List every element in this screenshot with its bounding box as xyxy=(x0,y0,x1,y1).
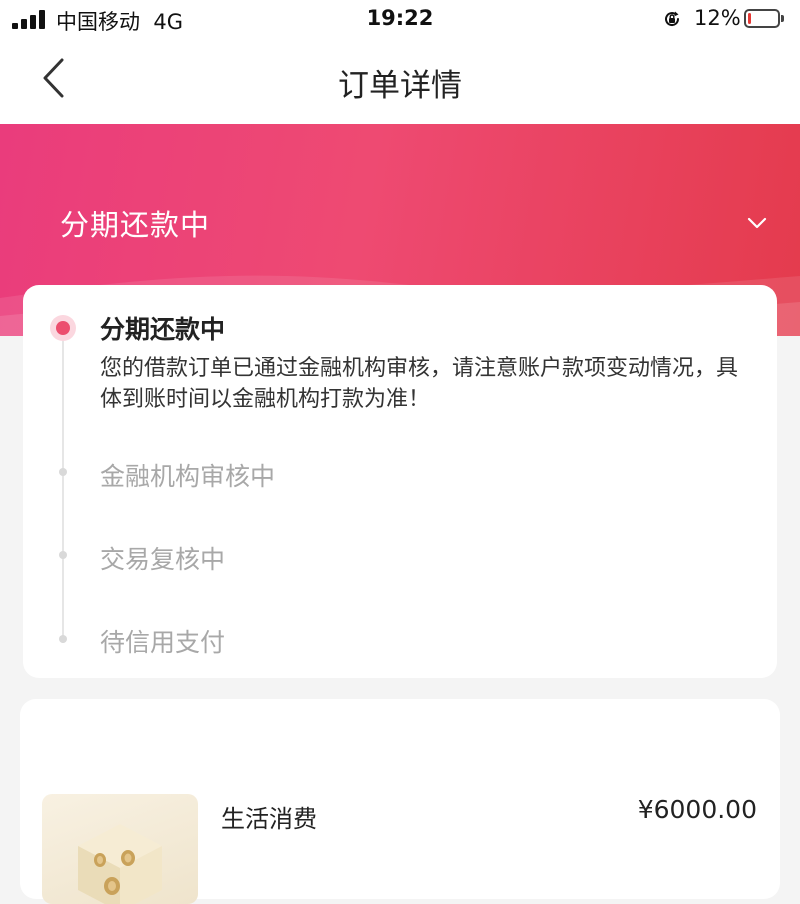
step-dot xyxy=(59,468,67,476)
step-title-active: 分期还款中 xyxy=(100,315,226,344)
step-title-recheck: 交易复核中 xyxy=(100,545,226,574)
battery-percent: 12% xyxy=(694,6,741,30)
step-dot xyxy=(59,635,67,643)
order-status-title: 分期还款中 xyxy=(60,208,211,242)
coin-box-icon xyxy=(78,824,162,904)
product-card[interactable]: 生活消费 ¥6000.00 xyxy=(20,699,780,904)
rotation-lock-icon xyxy=(665,11,680,27)
step-description: 您的借款订单已通过金融机构审核，请注意账户款项变动情况，具体到账时间以金融机构打… xyxy=(100,356,739,412)
step-title-review: 金融机构审核中 xyxy=(100,462,276,491)
nav-bar: 订单详情 xyxy=(0,40,800,124)
expand-toggle[interactable] xyxy=(742,208,772,238)
progress-card: 分期还款中 您的借款订单已通过金融机构审核，请注意账户款项变动情况，具体到账时间… xyxy=(23,285,777,678)
step-dot-active xyxy=(50,315,76,341)
step-title-payment: 待信用支付 xyxy=(100,628,226,657)
step-dot xyxy=(59,551,67,559)
product-image xyxy=(42,794,198,904)
timeline-line xyxy=(62,327,64,643)
battery-icon xyxy=(744,9,784,28)
chevron-down-icon xyxy=(747,217,767,229)
battery-fill xyxy=(748,13,751,24)
product-price: ¥6000.00 xyxy=(637,795,757,824)
status-bar: 中国移动 4G 19:22 12% xyxy=(0,0,800,40)
page-title: 订单详情 xyxy=(338,68,462,104)
product-name: 生活消费 xyxy=(221,805,317,833)
